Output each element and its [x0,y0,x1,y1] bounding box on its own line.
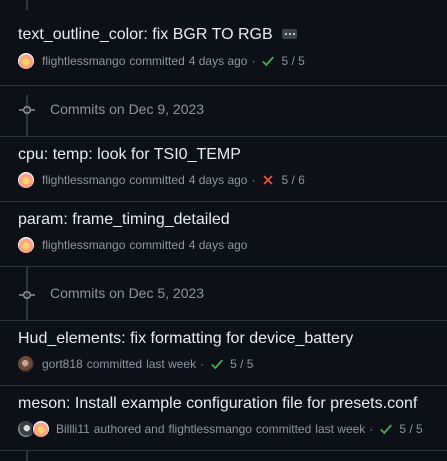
separator: · [369,422,374,436]
separator: · [251,54,256,68]
avatar[interactable] [32,420,50,438]
commit-row: text_outline_color: fix BGR TO RGB fligh… [0,10,447,85]
commit-title[interactable]: text_outline_color: fix BGR TO RGB [18,25,273,45]
separator: · [200,357,205,371]
separator: · [251,173,256,187]
day-label: Commits on Dec 9, 2023 [50,101,205,117]
git-commit-icon [19,290,35,300]
commit-coaction: committed [255,422,312,436]
checks-count[interactable]: 5 / 5 [230,357,253,371]
x-icon[interactable] [261,173,275,187]
checks-count[interactable]: 5 / 5 [399,422,422,436]
divider [0,450,447,451]
commit-time[interactable]: last week [146,357,196,371]
commit-meta: gort818 committed last week · 5 / 5 [18,355,253,373]
avatar[interactable] [18,172,34,188]
commit-action: committed [86,357,143,371]
day-header: Commits on Dec 5, 2023 [0,266,447,321]
day-label: Commits on Dec 5, 2023 [50,285,205,301]
checks-count[interactable]: 5 / 6 [281,173,304,187]
commit-row: param: frame_timing_detailed flightlessm… [0,201,447,266]
author-link[interactable]: gort818 [42,357,83,371]
ellipsis-icon[interactable] [282,29,297,39]
commit-row: meson: Install example configuration fil… [0,385,447,451]
commit-time[interactable]: 4 days ago [189,238,248,252]
commit-time[interactable]: last week [315,422,365,436]
commit-action: committed [129,238,185,252]
coauthor-link[interactable]: flightlessmango [169,422,252,436]
commit-row: cpu: temp: look for TSI0_TEMP flightless… [0,136,447,201]
author-link[interactable]: flightlessmango [42,238,125,252]
commit-title[interactable]: cpu: temp: look for TSI0_TEMP [18,145,241,165]
author-link[interactable]: flightlessmango [42,173,125,187]
commit-meta: flightlessmango committed 4 days ago [18,236,247,254]
commit-meta: flightlessmango committed 4 days ago · 5… [18,52,305,70]
commit-title[interactable]: Hud_elements: fix formatting for device_… [18,329,353,349]
check-icon[interactable] [379,422,393,436]
check-icon[interactable] [210,357,224,371]
author-link[interactable]: flightlessmango [42,54,125,68]
commit-meta: flightlessmango committed 4 days ago · 5… [18,171,305,189]
avatar[interactable] [18,356,34,372]
day-header: Commits on Dec 9, 2023 [0,85,447,136]
commit-action: committed [129,54,185,68]
commit-row: Hud_elements: fix formatting for device_… [0,320,447,385]
commit-time[interactable]: 4 days ago [189,173,248,187]
commit-meta: Billli11 authored and flightlessmango co… [18,420,423,438]
commit-time[interactable]: 4 days ago [189,54,248,68]
check-icon[interactable] [261,54,275,68]
commit-list [0,0,447,95]
avatar[interactable] [18,53,34,69]
checks-count[interactable]: 5 / 5 [281,54,304,68]
commit-title[interactable]: meson: Install example configuration fil… [18,394,417,414]
avatar-group [18,420,50,438]
commit-action: authored and [93,422,165,436]
commit-action: committed [129,173,185,187]
author-link[interactable]: Billli11 [56,422,90,436]
commit-title[interactable]: param: frame_timing_detailed [18,210,230,230]
avatar[interactable] [18,237,34,253]
git-commit-icon [19,105,35,115]
